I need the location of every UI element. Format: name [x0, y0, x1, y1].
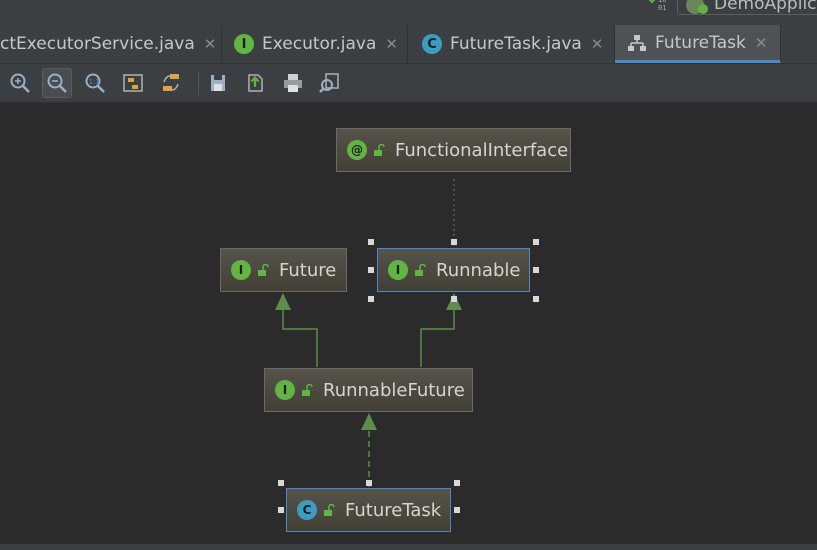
- selection-handle[interactable]: [368, 267, 374, 273]
- run-configuration-label: DemoApplic: [714, 0, 817, 14]
- selection-handle[interactable]: [533, 239, 539, 245]
- node-runnable[interactable]: I Runnable: [377, 248, 530, 292]
- selection-handle[interactable]: [533, 296, 539, 302]
- toolbar-separator: [198, 71, 199, 95]
- preview-icon: [319, 73, 339, 93]
- interface-icon: I: [275, 380, 295, 400]
- zoom-in-icon: [10, 73, 30, 93]
- diagram-canvas[interactable]: @ FunctionalInterface I Future I Runnabl…: [0, 103, 817, 544]
- apply-layout-icon: [163, 74, 179, 91]
- hierarchy-icon: [627, 34, 647, 52]
- close-icon[interactable]: ✕: [755, 34, 768, 52]
- svg-text:01: 01: [658, 4, 666, 12]
- horizontal-scrollbar[interactable]: [0, 544, 817, 550]
- arrowhead-future: [275, 293, 291, 310]
- tab-label: FutureTask.java: [450, 34, 582, 54]
- fit-content-icon: [123, 74, 143, 92]
- tab-abstract-executor-service[interactable]: ctExecutorService.java ✕: [0, 25, 222, 63]
- arrowhead-runnablefuture: [361, 413, 377, 430]
- unlock-icon: [302, 384, 313, 396]
- node-label: Runnable: [436, 259, 521, 281]
- apply-layout-button[interactable]: [156, 68, 186, 98]
- editor-tab-bar: ctExecutorService.java ✕ I Executor.java…: [0, 25, 817, 64]
- selection-handle[interactable]: [451, 239, 457, 245]
- export-button[interactable]: [241, 68, 271, 98]
- class-icon: C: [297, 500, 317, 520]
- zoom-out-button[interactable]: [42, 68, 72, 98]
- tab-label: ctExecutorService.java: [0, 34, 195, 54]
- svg-text:1:1: 1:1: [89, 78, 100, 86]
- selection-handle[interactable]: [278, 507, 284, 513]
- export-icon: [248, 74, 263, 92]
- print-preview-button[interactable]: [315, 68, 345, 98]
- selection-handle[interactable]: [454, 480, 460, 486]
- unlock-icon: [374, 144, 385, 156]
- selection-handle[interactable]: [278, 480, 284, 486]
- node-label: FutureTask: [345, 499, 442, 521]
- annotation-icon: @: [347, 140, 367, 160]
- close-icon[interactable]: ✕: [204, 35, 217, 53]
- selection-handle[interactable]: [366, 480, 372, 486]
- tab-futuretask-java[interactable]: C FutureTask.java ✕: [408, 25, 615, 63]
- unlock-icon: [324, 504, 335, 516]
- node-label: Future: [279, 259, 337, 281]
- tab-label: Executor.java: [262, 34, 377, 54]
- tab-futuretask-diagram[interactable]: FutureTask ✕: [615, 25, 781, 63]
- tab-executor-java[interactable]: I Executor.java ✕: [222, 25, 408, 63]
- node-runnable-future[interactable]: I RunnableFuture: [264, 368, 473, 412]
- interface-icon: I: [388, 260, 408, 280]
- selection-handle[interactable]: [451, 296, 457, 302]
- actual-size-button[interactable]: 1:1: [80, 68, 110, 98]
- print-button[interactable]: [278, 68, 308, 98]
- edge-runnablefuture-future: [282, 308, 318, 367]
- node-functional-interface[interactable]: @ FunctionalInterface: [336, 128, 571, 172]
- selection-handle[interactable]: [533, 267, 539, 273]
- node-future[interactable]: I Future: [220, 248, 347, 292]
- fit-content-button[interactable]: [118, 68, 148, 98]
- print-icon: [284, 74, 302, 92]
- zoom-out-icon: [47, 73, 67, 93]
- diagram-toolbar: 1:1: [0, 64, 817, 103]
- selection-handle[interactable]: [368, 239, 374, 245]
- node-label: RunnableFuture: [323, 379, 465, 401]
- node-label: FunctionalInterface: [395, 139, 569, 161]
- close-icon[interactable]: ✕: [385, 35, 398, 53]
- actual-size-icon: 1:1: [85, 73, 105, 93]
- close-icon[interactable]: ✕: [591, 35, 604, 53]
- interface-icon: I: [234, 34, 254, 54]
- class-icon: C: [422, 34, 442, 54]
- unlock-icon: [415, 264, 426, 276]
- node-future-task[interactable]: C FutureTask: [286, 488, 451, 532]
- save-button[interactable]: [203, 68, 233, 98]
- edge-runnablefuture-runnable: [420, 308, 455, 367]
- git-status-icon[interactable]: 10 01: [646, 0, 668, 16]
- tab-label: FutureTask: [655, 32, 746, 53]
- spring-boot-icon: [684, 0, 710, 20]
- selection-handle[interactable]: [454, 507, 460, 513]
- save-icon: [211, 75, 225, 91]
- unlock-icon: [258, 264, 269, 276]
- interface-icon: I: [231, 260, 251, 280]
- zoom-in-button[interactable]: [5, 68, 35, 98]
- selection-handle[interactable]: [368, 296, 374, 302]
